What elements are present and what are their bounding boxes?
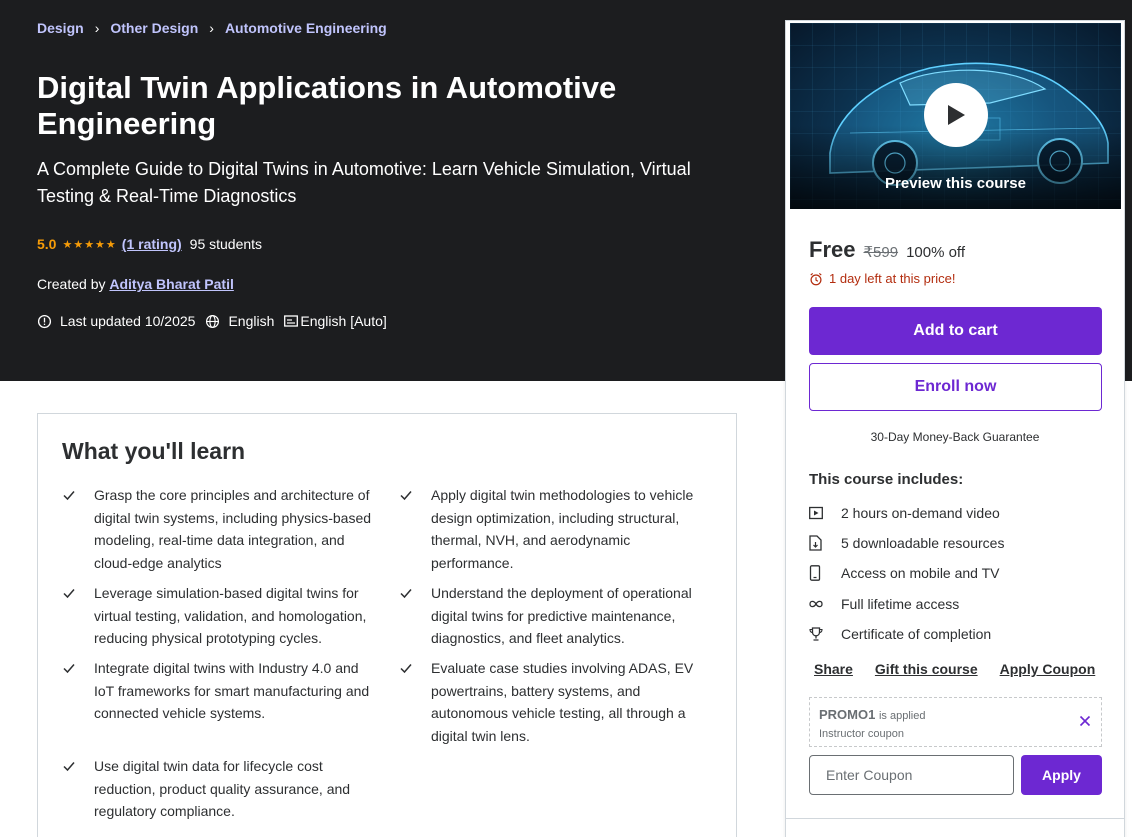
learn-item-text: Evaluate case studies involving ADAS, EV… xyxy=(431,660,694,744)
check-icon xyxy=(399,657,431,747)
instructor-link[interactable]: Aditya Bharat Patil xyxy=(109,276,233,292)
include-item-label: 5 downloadable resources xyxy=(841,535,1005,551)
discount-percent: 100% off xyxy=(906,244,966,261)
learn-item: Use digital twin data for lifecycle cost… xyxy=(62,755,379,823)
chevron-right-icon: › xyxy=(209,20,214,36)
apply-coupon-link[interactable]: Apply Coupon xyxy=(1000,661,1096,677)
infinity-icon xyxy=(809,600,841,608)
check-icon xyxy=(62,484,94,574)
rating-count-link[interactable]: (1 rating) xyxy=(122,236,182,252)
coupon-input[interactable] xyxy=(809,755,1014,795)
check-icon xyxy=(62,582,94,650)
captions: English [Auto] xyxy=(284,313,387,329)
include-item: 5 downloadable resources xyxy=(809,535,1004,551)
timer-text: 1 day left at this price! xyxy=(829,271,956,286)
includes-title: This course includes: xyxy=(809,471,964,488)
course-meta: Last updated 10/2025 English English [Au… xyxy=(37,313,397,329)
coupon-type: Instructor coupon xyxy=(819,728,904,740)
current-price: Free xyxy=(809,237,856,262)
include-item: 2 hours on-demand video xyxy=(809,505,1000,521)
learn-item: Integrate digital twins with Industry 4.… xyxy=(62,657,379,725)
student-count: 95 students xyxy=(189,236,263,252)
trophy-icon xyxy=(809,627,841,641)
include-item-label: Access on mobile and TV xyxy=(841,565,1000,581)
language: English xyxy=(205,313,274,329)
include-item: Certificate of completion xyxy=(809,626,991,642)
course-preview-video[interactable]: Preview this course xyxy=(790,23,1121,209)
course-title: Digital Twin Applications in Automotive … xyxy=(37,70,617,141)
applied-coupon: PROMO1 is applied Instructor coupon xyxy=(809,697,1102,747)
learn-title: What you'll learn xyxy=(62,438,246,464)
check-icon xyxy=(399,484,431,574)
sidebar-links: Share Gift this course Apply Coupon xyxy=(814,661,1095,677)
learn-item: Leverage simulation-based digital twins … xyxy=(62,582,379,650)
globe-icon xyxy=(206,314,220,328)
purchase-sidebar: Preview this course Free ₹599 100% off 1… xyxy=(785,20,1125,837)
language-text: English xyxy=(228,313,275,329)
mobile-icon xyxy=(809,565,841,581)
preview-label: Preview this course xyxy=(885,175,1026,192)
apply-coupon-button[interactable]: Apply xyxy=(1021,755,1102,795)
created-by-label: Created by xyxy=(37,276,106,292)
add-to-cart-button[interactable]: Add to cart xyxy=(809,307,1102,355)
enroll-now-button[interactable]: Enroll now xyxy=(809,363,1102,411)
learn-item: Apply digital twin methodologies to vehi… xyxy=(399,484,716,574)
coupon-code-line: PROMO1 is applied xyxy=(819,707,925,722)
what-youll-learn-box: What you'll learn Grasp the core princip… xyxy=(37,413,737,837)
breadcrumb: Design › Other Design › Automotive Engin… xyxy=(37,20,387,36)
chevron-right-icon: › xyxy=(94,20,100,36)
learn-item-text: Integrate digital twins with Industry 4.… xyxy=(94,660,370,721)
include-item: Full lifetime access xyxy=(809,596,959,612)
course-subtitle: A Complete Guide to Digital Twins in Aut… xyxy=(37,159,691,206)
learn-item-text: Leverage simulation-based digital twins … xyxy=(94,585,367,646)
star-rating-icon: ★★★★★ xyxy=(62,238,117,251)
close-icon[interactable] xyxy=(1079,714,1091,732)
include-item: Access on mobile and TV xyxy=(809,565,1000,581)
coupon-applied-text: is applied xyxy=(878,710,926,722)
alarm-clock-icon xyxy=(810,272,822,285)
gift-course-link[interactable]: Gift this course xyxy=(875,661,978,677)
breadcrumb-automotive-engineering[interactable]: Automotive Engineering xyxy=(225,20,387,36)
last-updated: Last updated 10/2025 xyxy=(37,313,195,329)
learn-item-text: Grasp the core principles and architectu… xyxy=(94,487,372,571)
rating-score: 5.0 xyxy=(37,236,57,252)
check-icon xyxy=(399,582,431,650)
play-button[interactable] xyxy=(924,83,988,147)
play-icon xyxy=(948,105,965,125)
last-updated-text: Last updated 10/2025 xyxy=(60,313,196,329)
closed-caption-icon xyxy=(284,315,299,327)
breadcrumb-other-design[interactable]: Other Design xyxy=(110,20,198,36)
creator-row: Created by Aditya Bharat Patil xyxy=(37,276,234,292)
share-link[interactable]: Share xyxy=(814,661,853,677)
learn-item-text: Use digital twin data for lifecycle cost… xyxy=(94,758,351,819)
learn-item: Understand the deployment of operational… xyxy=(399,582,716,650)
video-icon xyxy=(809,506,841,520)
check-icon xyxy=(62,755,94,823)
include-item-label: 2 hours on-demand video xyxy=(841,505,1000,521)
learn-item: Grasp the core principles and architectu… xyxy=(62,484,379,574)
file-download-icon xyxy=(809,535,841,551)
coupon-code: PROMO1 xyxy=(819,707,876,722)
learn-item: Evaluate case studies involving ADAS, EV… xyxy=(399,657,716,747)
captions-text: English [Auto] xyxy=(300,313,387,329)
price-timer: 1 day left at this price! xyxy=(809,271,955,286)
include-item-label: Certificate of completion xyxy=(841,626,992,642)
original-price: ₹599 xyxy=(863,244,899,261)
include-item-label: Full lifetime access xyxy=(841,596,960,612)
divider xyxy=(786,818,1124,819)
alert-badge-icon xyxy=(37,314,52,328)
price-row: Free ₹599 100% off xyxy=(809,237,965,263)
breadcrumb-design[interactable]: Design xyxy=(37,20,84,36)
learn-item-text: Understand the deployment of operational… xyxy=(431,585,692,646)
money-back-guarantee: 30-Day Money-Back Guarantee xyxy=(870,430,1040,444)
rating-row: 5.0 ★★★★★ (1 rating) 95 students xyxy=(37,236,262,252)
learn-item-text: Apply digital twin methodologies to vehi… xyxy=(431,487,694,571)
check-icon xyxy=(62,657,94,725)
